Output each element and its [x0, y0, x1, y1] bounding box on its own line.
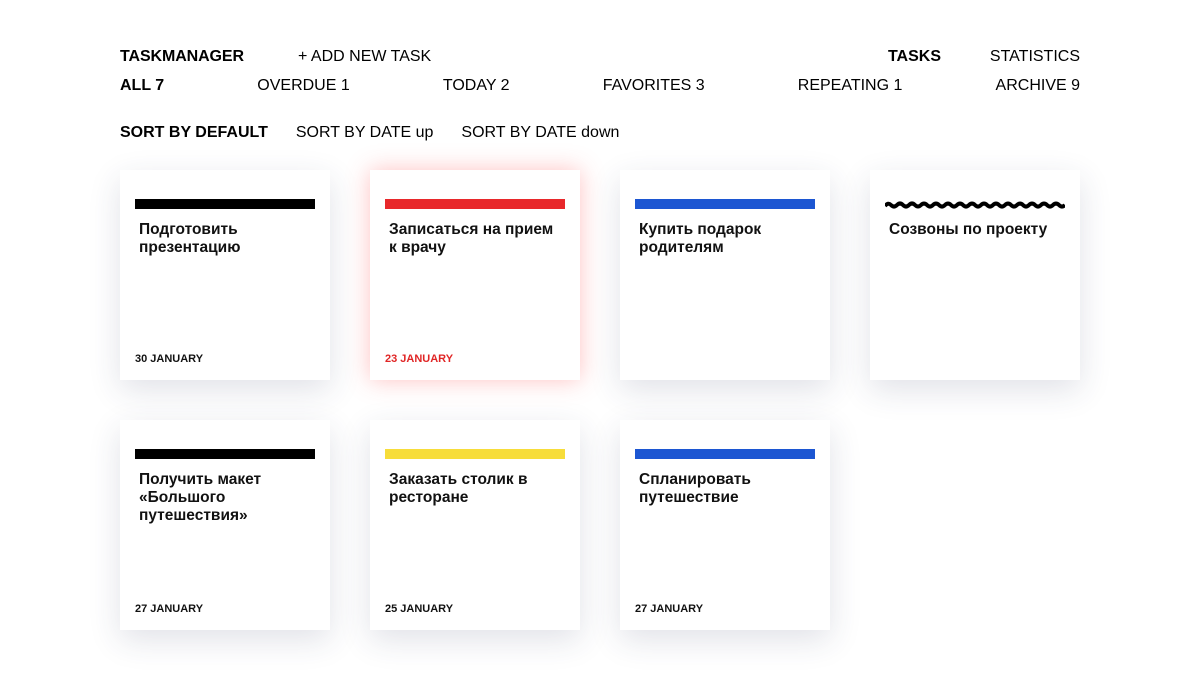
task-title: Подготовить презентацию — [139, 221, 241, 256]
task-due-date: 30 JANUARY — [135, 353, 204, 365]
color-bar — [635, 199, 815, 209]
task-title: Заказать столик в ресторане — [389, 471, 528, 506]
sort-by-date-up[interactable]: SORT BY DATE up — [296, 124, 434, 146]
color-bar — [635, 449, 815, 459]
task-card[interactable]: Подготовить презентацию 30 JANUARY — [120, 170, 330, 380]
task-due-date: 27 JANUARY — [635, 603, 704, 615]
filter-repeating[interactable]: REPEATING 1 — [798, 77, 903, 99]
nav-tasks[interactable]: TASKS — [888, 48, 941, 66]
header: TASKMANAGER + ADD NEW TASK TASKS STATIST… — [120, 48, 1080, 70]
app-logo: TASKMANAGER — [120, 48, 244, 65]
task-title: Спланировать путешествие — [639, 471, 751, 506]
task-card[interactable]: Купить подарок родителям — [620, 170, 830, 380]
filter-archive[interactable]: ARCHIVE 9 — [996, 77, 1080, 99]
repeating-color-wave — [885, 201, 1065, 209]
color-bar — [135, 449, 315, 459]
task-title: Записаться на прием к врачу — [389, 221, 554, 256]
color-bar — [385, 449, 565, 459]
task-due-date: 27 JANUARY — [135, 603, 204, 615]
filter-overdue[interactable]: OVERDUE 1 — [257, 77, 349, 99]
task-board: Подготовить презентацию 30 JANUARY Записат… — [120, 170, 1080, 630]
task-card[interactable]: Спланировать путешествие 27 JANUARY — [620, 420, 830, 630]
task-due-date: 23 JANUARY — [385, 353, 454, 365]
task-card[interactable]: Получить макет «Большого путешествия» 27 … — [120, 420, 330, 630]
color-bar — [135, 199, 315, 209]
nav-statistics[interactable]: STATISTICS — [990, 48, 1080, 66]
task-due-date: 25 JANUARY — [385, 603, 454, 615]
sort-bar: SORT BY DEFAULT SORT BY DATE up SORT BY DA… — [120, 124, 619, 146]
task-card[interactable]: Созвоны по проекту — [870, 170, 1080, 380]
sort-by-default[interactable]: SORT BY DEFAULT — [120, 124, 268, 146]
filter-all[interactable]: ALL 7 — [120, 77, 164, 99]
task-card[interactable]: Заказать столик в ресторане 25 JANUARY — [370, 420, 580, 630]
color-bar — [385, 199, 565, 209]
add-new-task-button[interactable]: + ADD NEW TASK — [298, 48, 431, 66]
task-title: Созвоны по проекту — [889, 221, 1048, 238]
filter-bar: ALL 7 OVERDUE 1 TODAY 2 FAVORITES 3 REPEATIN… — [120, 77, 1080, 99]
sort-by-date-down[interactable]: SORT BY DATE down — [461, 124, 619, 146]
task-card[interactable]: Записаться на прием к врачу 23 JANUARY — [370, 170, 580, 380]
task-manager-page: TASKMANAGER + ADD NEW TASK TASKS STATIST… — [0, 0, 1200, 690]
task-title: Купить подарок родителям — [639, 221, 762, 256]
filter-favorites[interactable]: FAVORITES 3 — [603, 77, 705, 99]
task-title: Получить макет «Большого путешествия» — [139, 471, 262, 524]
filter-today[interactable]: TODAY 2 — [443, 77, 510, 99]
